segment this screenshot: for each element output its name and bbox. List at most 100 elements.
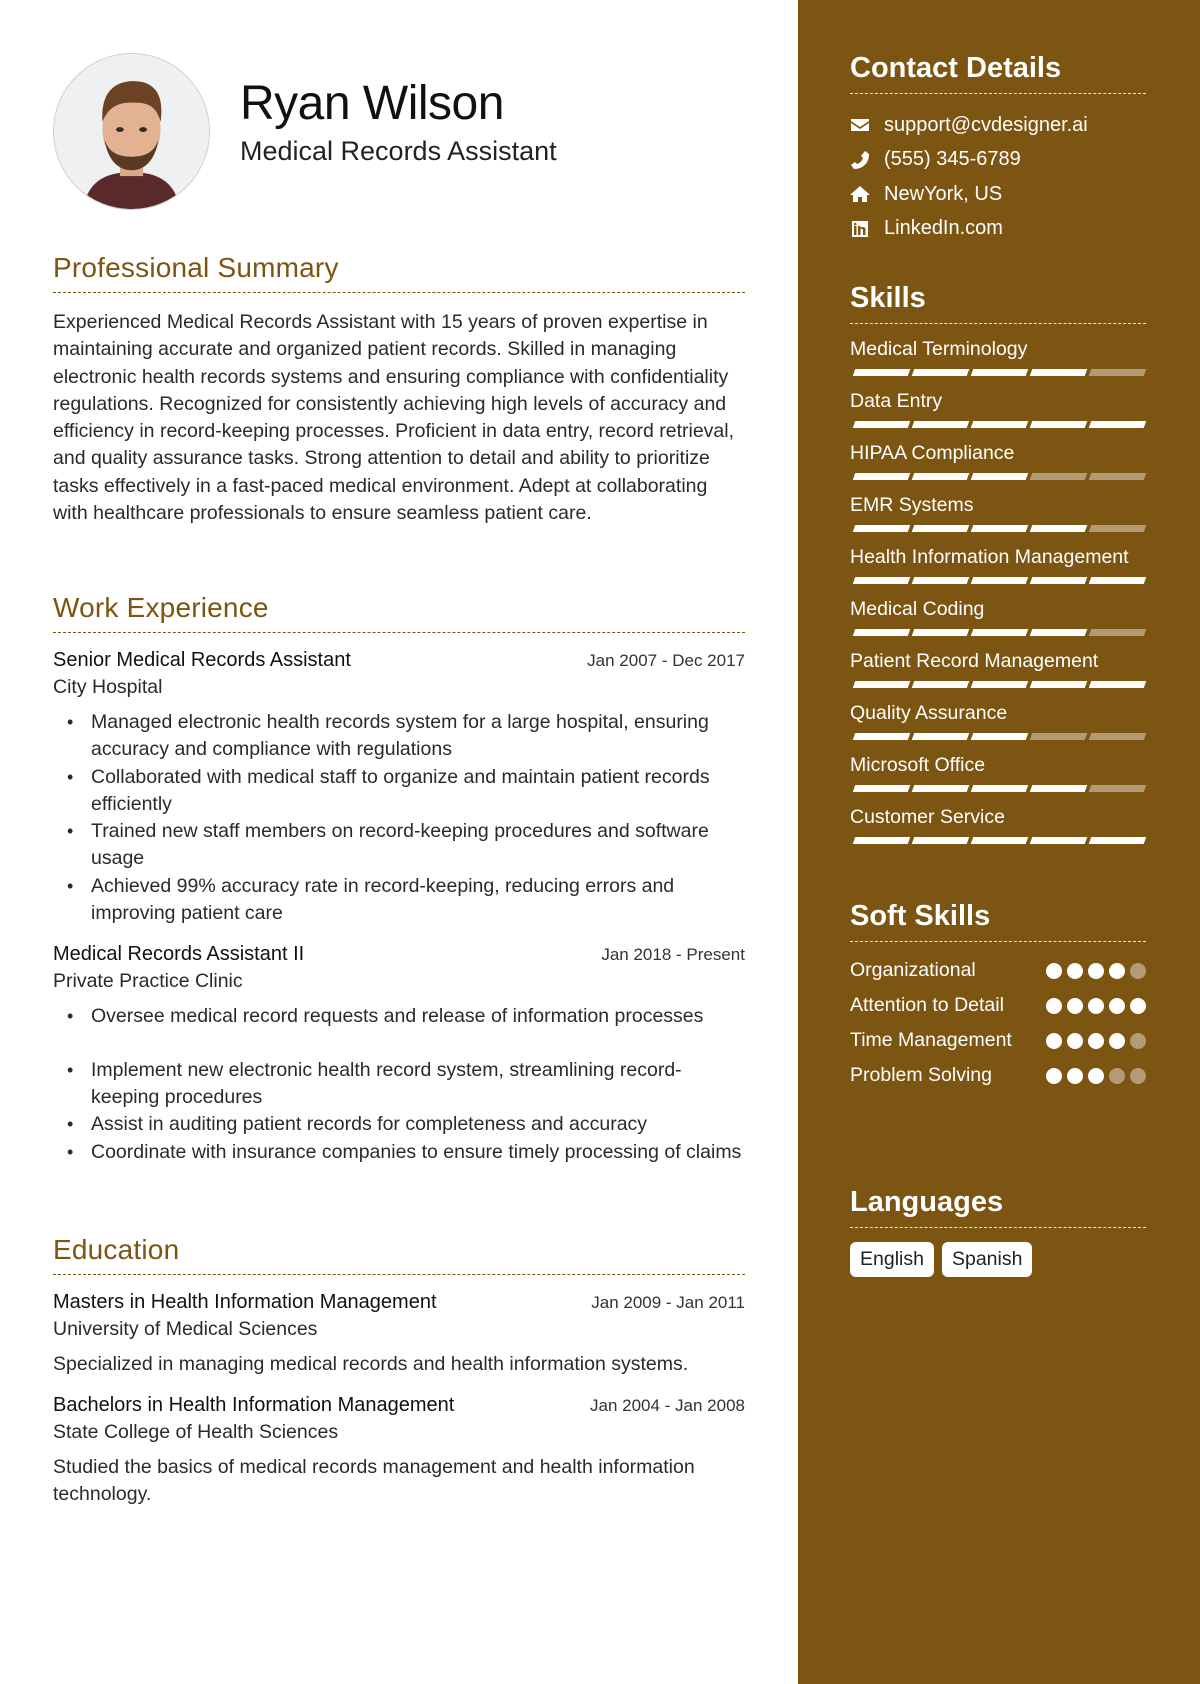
skill-item: Data Entry: [850, 388, 1147, 428]
section-heading: Contact Details: [850, 52, 1146, 94]
skill-name: Patient Record Management: [850, 650, 1099, 672]
skill-item: Medical Terminology: [850, 336, 1147, 376]
rating-segment-filled: [1029, 785, 1088, 792]
rating-segment-empty: [1088, 369, 1147, 376]
rating-segment-filled: [852, 785, 911, 792]
rating-segment-filled: [1088, 577, 1147, 584]
rating-segment-filled: [1088, 421, 1147, 428]
rating-segment-filled: [852, 369, 911, 376]
job-company: Private Practice Clinic: [53, 970, 243, 993]
rating-dot-filled: [1046, 1033, 1062, 1049]
contact-section: Contact Details support@cvdesigner.ai (5…: [850, 52, 1146, 246]
rating-segment-filled: [852, 629, 911, 636]
soft-skill-item: Problem Solving: [850, 1061, 1146, 1090]
contact-phone[interactable]: (555) 345-6789: [850, 143, 1146, 178]
rating-segment-filled: [970, 577, 1029, 584]
bullet-item: Coordinate with insurance companies to e…: [67, 1139, 745, 1167]
rating-segment-filled: [911, 733, 970, 740]
skill-name: Quality Assurance: [850, 702, 1008, 724]
bullet-item: Collaborated with medical staff to organ…: [67, 764, 745, 819]
rating-segment-filled: [1029, 369, 1088, 376]
skill-item: Quality Assurance: [850, 700, 1147, 740]
rating-segment-filled: [852, 733, 911, 740]
section-heading: Languages: [850, 1186, 1146, 1228]
rating-segment-empty: [1088, 525, 1147, 532]
soft-skill-name: Organizational: [850, 959, 976, 981]
contact-email[interactable]: support@cvdesigner.ai: [850, 108, 1146, 143]
resume-header: Ryan Wilson Medical Records Assistant: [53, 0, 745, 230]
rating-segment-empty: [1088, 473, 1147, 480]
work-experience-section: Work Experience Senior Medical Records A…: [53, 592, 745, 1166]
bullet-item: Trained new staff members on record-keep…: [67, 818, 745, 873]
soft-skill-rating: [1046, 963, 1146, 979]
summary-text: Experienced Medical Records Assistant wi…: [53, 311, 735, 525]
soft-skill-item: Time Management: [850, 1026, 1146, 1055]
rating-segment-filled: [852, 837, 911, 844]
rating-segment-filled: [970, 369, 1029, 376]
skill-name: Medical Terminology: [850, 338, 1028, 360]
skill-name: Medical Coding: [850, 598, 985, 620]
rating-dot-filled: [1088, 1033, 1104, 1049]
skill-item: Health Information Management: [850, 544, 1147, 584]
bullet-item: Oversee medical record requests and rele…: [67, 1003, 745, 1031]
bullet-item: Assist in auditing patient records for c…: [67, 1111, 745, 1139]
linkedin-icon: [850, 219, 884, 239]
soft-skill-name: Attention to Detail: [850, 994, 1004, 1016]
rating-dot-filled: [1046, 998, 1062, 1014]
education-dates: Jan 2009 - Jan 2011: [591, 1293, 745, 1312]
rating-dot-filled: [1067, 1068, 1083, 1084]
skill-item: Customer Service: [850, 804, 1147, 844]
skill-rating-bar: [850, 577, 1147, 584]
section-heading: Work Experience: [53, 592, 745, 633]
skill-item: HIPAA Compliance: [850, 440, 1147, 480]
soft-skill-name: Problem Solving: [850, 1064, 992, 1086]
school-name: State College of Health Sciences: [53, 1421, 339, 1443]
skill-rating-bar: [850, 837, 1147, 844]
section-heading: Soft Skills: [850, 900, 1146, 942]
contact-text: NewYork, US: [884, 182, 1003, 205]
contact-linkedin[interactable]: LinkedIn.com: [850, 212, 1146, 247]
rating-segment-filled: [1088, 681, 1147, 688]
soft-skill-rating: [1046, 1033, 1146, 1049]
rating-dot-empty: [1130, 1068, 1146, 1084]
rating-segment-empty: [1029, 733, 1088, 740]
rating-segment-filled: [852, 473, 911, 480]
skills-list: Medical Terminology Data Entry HIPAA Compl…: [850, 336, 1147, 844]
rating-segment-filled: [970, 681, 1029, 688]
rating-dot-filled: [1109, 998, 1125, 1014]
languages-list: English Spanish: [850, 1242, 1146, 1277]
section-heading: Professional Summary: [53, 252, 745, 293]
education-section: Education Masters in Health Information …: [53, 1234, 745, 1508]
skill-rating-bar: [850, 733, 1147, 740]
skill-item: Microsoft Office: [850, 752, 1147, 792]
rating-dot-filled: [1067, 963, 1083, 979]
rating-dot-filled: [1088, 963, 1104, 979]
rating-segment-empty: [1029, 473, 1088, 480]
education-description: Specialized in managing medical records …: [53, 1353, 689, 1375]
skill-rating-bar: [850, 681, 1147, 688]
profile-photo: [53, 53, 210, 210]
candidate-name: Ryan Wilson: [240, 77, 504, 130]
education-entry: Masters in Health Information Management…: [53, 1291, 745, 1378]
rating-segment-filled: [970, 473, 1029, 480]
skill-rating-bar: [850, 525, 1147, 532]
rating-segment-filled: [1029, 681, 1088, 688]
skill-item: Medical Coding: [850, 596, 1147, 636]
skill-item: Patient Record Management: [850, 648, 1147, 688]
rating-segment-filled: [1029, 421, 1088, 428]
job-entry: Senior Medical Records Assistant Jan 200…: [53, 649, 745, 927]
rating-segment-filled: [1088, 837, 1147, 844]
contact-text: support@cvdesigner.ai: [884, 113, 1088, 136]
sidebar: Contact Details support@cvdesigner.ai (5…: [798, 0, 1200, 1684]
rating-segment-filled: [911, 681, 970, 688]
rating-segment-filled: [911, 577, 970, 584]
rating-dot-filled: [1088, 1068, 1104, 1084]
contact-text: LinkedIn.com: [884, 217, 1003, 240]
rating-segment-filled: [1029, 577, 1088, 584]
rating-segment-filled: [911, 525, 970, 532]
job-bullets: Oversee medical record requests and rele…: [53, 1003, 745, 1167]
job-dates: Jan 2007 - Dec 2017: [587, 651, 745, 670]
job-title: Medical Records Assistant II: [53, 943, 305, 966]
rating-segment-filled: [852, 681, 911, 688]
candidate-title: Medical Records Assistant: [240, 136, 557, 166]
